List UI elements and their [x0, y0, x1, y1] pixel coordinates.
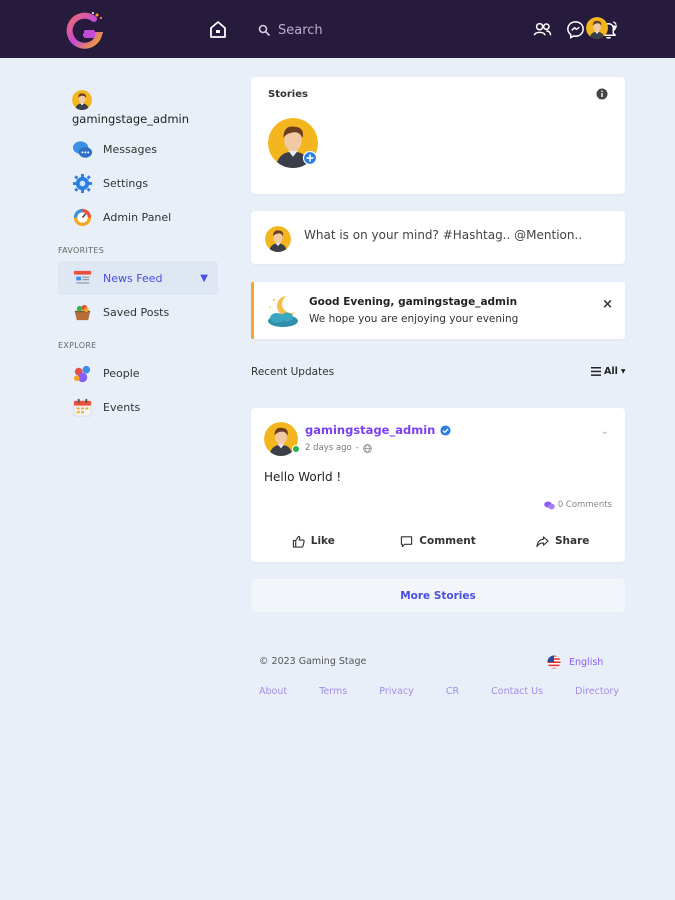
- composer-avatar: [265, 226, 291, 252]
- settings-gear-icon: [72, 173, 93, 193]
- comment-icon: [401, 535, 413, 547]
- post-time: 2 days ago: [305, 443, 352, 453]
- left-sidebar: gamingstage_admin Messages Settings Admi…: [58, 90, 218, 424]
- messenger-icon[interactable]: [565, 19, 586, 40]
- stories-title: Stories: [268, 89, 308, 100]
- footer-link-contact-us[interactable]: Contact Us: [491, 686, 543, 697]
- like-button[interactable]: Like: [251, 528, 376, 554]
- share-label: Share: [554, 535, 590, 547]
- footer-link-terms[interactable]: Terms: [319, 686, 347, 697]
- chevron-down-icon: ▼: [620, 368, 626, 375]
- post-actions: Like Comment Share: [251, 528, 625, 554]
- footer-copyright: © 2023 Gaming Stage: [259, 656, 367, 667]
- add-story-plus-icon[interactable]: [303, 151, 317, 165]
- search-bar[interactable]: [258, 19, 418, 41]
- share-button[interactable]: Share: [500, 528, 625, 554]
- info-icon[interactable]: [596, 88, 608, 100]
- post-composer: [251, 211, 625, 264]
- sidebar-item-people[interactable]: People: [58, 356, 218, 390]
- footer-link-about[interactable]: About: [259, 686, 287, 697]
- evening-moon-icon: [268, 296, 298, 327]
- public-globe-icon: [362, 443, 372, 453]
- more-stories-button[interactable]: More Stories: [251, 579, 625, 612]
- comment-button[interactable]: Comment: [376, 528, 501, 554]
- post-meta: 2 days ago -: [305, 443, 372, 453]
- post-meta-separator: -: [355, 443, 359, 453]
- chevron-down-icon: ▼: [612, 24, 618, 32]
- footer-link-cr[interactable]: CR: [446, 686, 459, 697]
- stories-card: Stories: [251, 77, 625, 194]
- sidebar-item-label: Admin Panel: [103, 210, 172, 224]
- favorites-section-label: FAVORITES: [58, 246, 105, 255]
- greeting-title: Good Evening, gamingstage_admin: [309, 296, 518, 308]
- top-navbar: ▼: [0, 0, 675, 58]
- sidebar-item-label: Messages: [103, 142, 157, 156]
- verified-badge-icon: [440, 424, 451, 436]
- post-card: gamingstage_admin 2 days ago - ⌄ Hello W…: [251, 408, 625, 562]
- home-icon[interactable]: [207, 19, 229, 41]
- feed-filter-dropdown[interactable]: All ▼: [591, 366, 626, 377]
- feed-filter-label: All: [604, 366, 618, 377]
- saved-posts-basket-icon: [74, 304, 91, 320]
- footer-link-directory[interactable]: Directory: [575, 686, 619, 697]
- post-options-chevron-icon[interactable]: ⌄: [601, 426, 609, 437]
- post-author[interactable]: gamingstage_admin: [305, 423, 451, 437]
- events-calendar-icon: [73, 398, 92, 417]
- chevron-down-icon[interactable]: ▼: [200, 273, 208, 284]
- comments-bubble-icon: [544, 501, 555, 509]
- sidebar-avatar: [72, 90, 92, 110]
- footer-link-privacy[interactable]: Privacy: [379, 686, 413, 697]
- close-icon[interactable]: ×: [602, 297, 613, 312]
- us-flag-icon: [547, 655, 561, 669]
- language-label: English: [569, 656, 604, 668]
- comment-count-label: 0 Comments: [557, 500, 612, 510]
- people-icon: [73, 365, 91, 382]
- search-icon: [258, 24, 270, 36]
- gaming-stage-logo[interactable]: [64, 11, 106, 51]
- greeting-banner: Good Evening, gamingstage_admin We hope …: [251, 282, 625, 339]
- header-avatar: [586, 17, 608, 39]
- like-label: Like: [310, 535, 335, 547]
- online-status-dot: [292, 445, 300, 453]
- sidebar-item-settings[interactable]: Settings: [58, 166, 218, 200]
- sidebar-item-label: Saved Posts: [103, 305, 170, 319]
- language-selector[interactable]: English: [547, 655, 603, 669]
- friends-icon[interactable]: [532, 19, 553, 40]
- sidebar-profile[interactable]: gamingstage_admin: [58, 90, 218, 126]
- news-feed-icon: [73, 270, 92, 286]
- sidebar-item-label: People: [103, 366, 140, 380]
- comment-label: Comment: [419, 535, 476, 547]
- sidebar-item-saved-posts[interactable]: Saved Posts: [58, 295, 218, 329]
- footer-links: About Terms Privacy CR Contact Us Direct…: [259, 686, 619, 697]
- explore-section-label: EXPLORE: [58, 341, 97, 350]
- list-filter-icon: [591, 367, 601, 376]
- sidebar-username: gamingstage_admin: [72, 112, 190, 126]
- sidebar-item-admin-panel[interactable]: Admin Panel: [58, 200, 218, 234]
- recent-updates-label: Recent Updates: [251, 366, 335, 378]
- user-menu[interactable]: ▼: [586, 17, 617, 39]
- greeting-subtitle: We hope you are enjoying your evening: [309, 313, 519, 325]
- post-author-name: gamingstage_admin: [305, 423, 436, 437]
- sidebar-item-label: Settings: [103, 176, 149, 190]
- post-body: Hello World !: [264, 470, 342, 484]
- sidebar-item-news-feed[interactable]: News Feed ▼: [58, 261, 218, 295]
- messages-icon: [72, 140, 93, 158]
- sidebar-item-events[interactable]: Events: [58, 390, 218, 424]
- thumbs-up-icon: [292, 535, 305, 548]
- post-comment-count[interactable]: 0 Comments: [544, 500, 612, 510]
- post-composer-input[interactable]: [304, 228, 604, 242]
- sidebar-item-label: News Feed: [103, 271, 163, 285]
- share-icon: [536, 535, 549, 547]
- admin-panel-gauge-icon: [73, 208, 92, 226]
- search-input[interactable]: [278, 22, 398, 38]
- sidebar-item-messages[interactable]: Messages: [58, 132, 218, 166]
- sidebar-item-label: Events: [103, 400, 141, 414]
